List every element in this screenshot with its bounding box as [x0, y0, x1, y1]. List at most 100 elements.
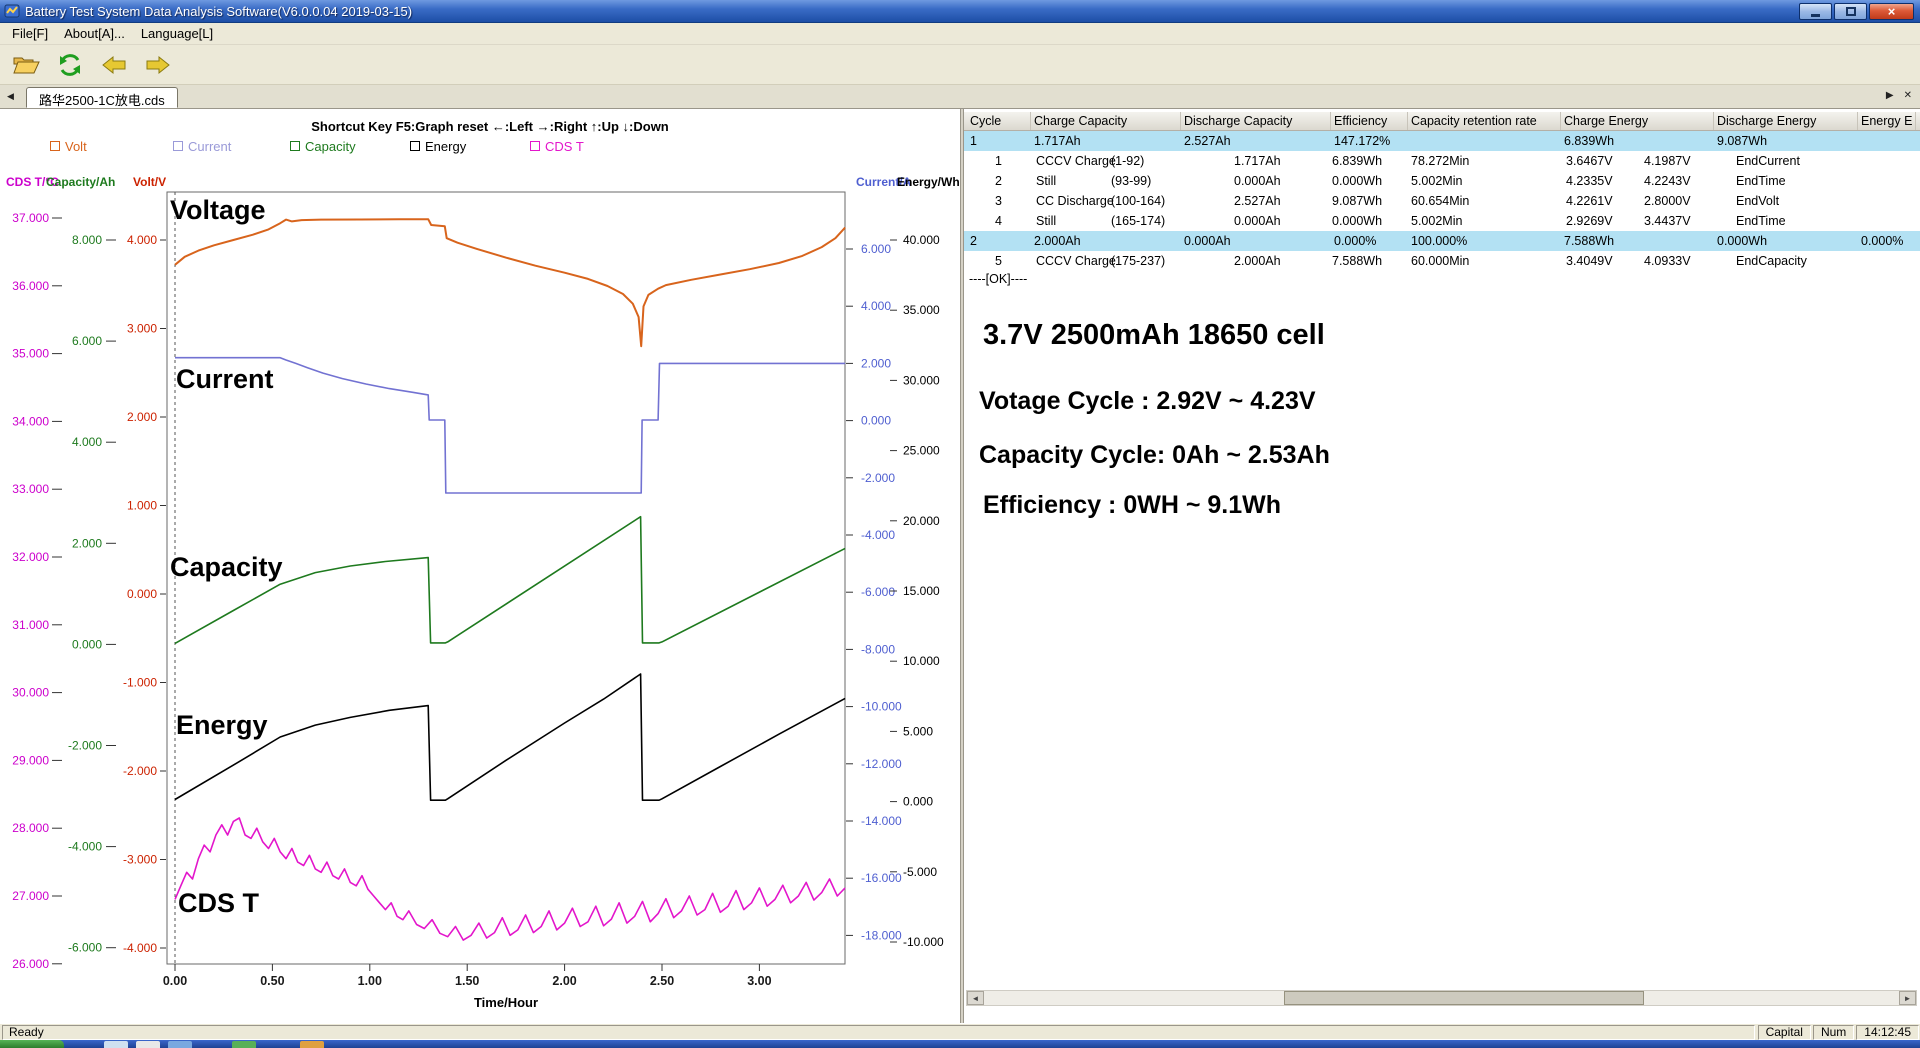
- quicklaunch-icon[interactable]: [300, 1041, 324, 1048]
- scroll-right-icon[interactable]: ►: [1899, 991, 1916, 1005]
- step-row[interactable]: 5CCCV Charge(175-237)2.000Ah7.588Wh60.00…: [964, 251, 1920, 271]
- cell: (1-92): [1108, 154, 1231, 168]
- column-header[interactable]: Discharge Capacity: [1181, 112, 1331, 130]
- cell: 7.588Wh: [1329, 254, 1408, 268]
- step-row[interactable]: 2Still(93-99)0.000Ah0.000Wh5.002Min4.233…: [964, 171, 1920, 191]
- column-header[interactable]: Cycle: [967, 112, 1031, 130]
- curve-label-current: Current: [176, 364, 274, 395]
- axis-tick-label: 31.000: [12, 618, 49, 632]
- horizontal-scrollbar[interactable]: ◄ ►: [966, 990, 1917, 1006]
- document-tab[interactable]: 路华2500-1C放电.cds: [26, 87, 178, 108]
- status-clock: 14:12:45: [1856, 1025, 1919, 1040]
- window-title: Battery Test System Data Analysis Softwa…: [25, 4, 1799, 19]
- series-current: [175, 358, 845, 493]
- cell: 0.000Ah: [1231, 214, 1329, 228]
- axis-tick-label: 5.000: [903, 724, 933, 738]
- menu-language[interactable]: Language[L]: [133, 24, 221, 43]
- step-row[interactable]: 3CC Discharge(100-164)2.527Ah9.087Wh60.6…: [964, 191, 1920, 211]
- axis-tick-label: 4.000: [72, 435, 102, 449]
- axis-tick-label: -4.000: [861, 528, 895, 542]
- refresh-button[interactable]: [52, 48, 88, 82]
- cell: 0.000%: [1858, 234, 1916, 248]
- axis-tick-label: 0.000: [903, 795, 933, 809]
- column-header[interactable]: Charge Capacity: [1031, 112, 1181, 130]
- axis-tick-label: -3.000: [123, 853, 157, 867]
- application-window: Battery Test System Data Analysis Softwa…: [0, 0, 1920, 1048]
- cell: 3: [964, 194, 1033, 208]
- axis-tick-label: -2.000: [861, 471, 895, 485]
- column-header[interactable]: Energy E: [1858, 112, 1916, 130]
- battery-curves-chart[interactable]: 37.00036.00035.00034.00033.00032.00031.0…: [0, 109, 960, 1021]
- scrollbar-track[interactable]: [984, 991, 1899, 1005]
- back-button[interactable]: [96, 48, 132, 82]
- cell: 0.000Wh: [1714, 234, 1858, 248]
- series-energy: [175, 674, 845, 800]
- voltage-range-text: Votage Cycle : 2.92V ~ 4.23V: [979, 387, 1316, 416]
- app-icon: [4, 3, 20, 19]
- cell: 3.6467V: [1563, 154, 1641, 168]
- cell: 7.588Wh: [1561, 234, 1714, 248]
- axis-tick-label: 30.000: [903, 373, 940, 387]
- taskbar[interactable]: [0, 1040, 1920, 1048]
- cell: 0.000Wh: [1329, 214, 1408, 228]
- forward-arrow-icon: [145, 55, 171, 75]
- minimize-icon: [1811, 14, 1820, 17]
- axis-tick-label: 8.000: [72, 233, 102, 247]
- tab-close-icon[interactable]: ✕: [1904, 91, 1912, 101]
- open-file-button[interactable]: [8, 48, 44, 82]
- minimize-button[interactable]: [1799, 3, 1832, 20]
- axis-tick-label: 0.000: [861, 414, 891, 428]
- menu-file[interactable]: File[F]: [4, 24, 56, 43]
- refresh-icon: [57, 52, 83, 78]
- status-bar: Ready Capital Num 14:12:45: [0, 1023, 1920, 1040]
- axis-tick-label: 27.000: [12, 889, 49, 903]
- cell: 1.717Ah: [1031, 134, 1181, 148]
- column-header[interactable]: Discharge Energy: [1714, 112, 1858, 130]
- column-header[interactable]: Capacity retention rate: [1408, 112, 1561, 130]
- open-folder-icon: [12, 53, 40, 77]
- cell: 2.527Ah: [1181, 134, 1331, 148]
- axis-tick-label: 37.000: [12, 211, 49, 225]
- cell: 1: [967, 134, 1031, 148]
- quicklaunch-icon[interactable]: [136, 1041, 160, 1048]
- quicklaunch-icon[interactable]: [168, 1041, 192, 1048]
- axis-tick-label: -8.000: [861, 642, 895, 656]
- close-button[interactable]: ×: [1869, 3, 1914, 20]
- cycle-row[interactable]: 11.717Ah2.527Ah147.172%6.839Wh9.087Wh: [964, 131, 1920, 151]
- cell: 0.000Ah: [1231, 174, 1329, 188]
- tab-scroll-left-icon[interactable]: ◀: [7, 92, 14, 101]
- chart-panel[interactable]: Shortcut Key F5:Graph reset ←:Left →:Rig…: [0, 109, 960, 1023]
- cell: 2.9269V: [1563, 214, 1641, 228]
- maximize-button[interactable]: [1834, 3, 1867, 20]
- scrollbar-thumb[interactable]: [1284, 991, 1644, 1005]
- quicklaunch-icon[interactable]: [104, 1041, 128, 1048]
- column-header[interactable]: Charge Energy: [1561, 112, 1714, 130]
- x-axis-title: Time/Hour: [474, 995, 538, 1010]
- scroll-left-icon[interactable]: ◄: [967, 991, 984, 1005]
- cell: Still: [1033, 214, 1108, 228]
- tab-bar: ◀ 路华2500-1C放电.cds ▶ ✕: [0, 85, 1920, 109]
- axis-tick-label: 35.000: [903, 303, 940, 317]
- column-header[interactable]: Efficiency: [1331, 112, 1408, 130]
- axis-tick-label: 2.000: [127, 410, 157, 424]
- forward-button[interactable]: [140, 48, 176, 82]
- axis-tick-label: 2.000: [72, 536, 102, 550]
- axis-tick-label: 0.000: [127, 587, 157, 601]
- curve-label-energy: Energy: [176, 710, 268, 741]
- step-row[interactable]: 1CCCV Charge(1-92)1.717Ah6.839Wh78.272Mi…: [964, 151, 1920, 171]
- quicklaunch-icon[interactable]: [232, 1041, 256, 1048]
- start-button[interactable]: [0, 1040, 64, 1048]
- cycle-row[interactable]: 22.000Ah0.000Ah0.000%100.000%7.588Wh0.00…: [964, 231, 1920, 251]
- menu-bar: File[F] About[A]... Language[L]: [0, 23, 1920, 45]
- axis-tick-label: 1.000: [127, 499, 157, 513]
- cell: CCCV Charge: [1033, 254, 1108, 268]
- x-tick-label: 1.50: [455, 974, 479, 988]
- cell: 5: [964, 254, 1033, 268]
- axis-tick-label: 40.000: [903, 233, 940, 247]
- step-row[interactable]: 4Still(165-174)0.000Ah0.000Wh5.002Min2.9…: [964, 211, 1920, 231]
- axis-tick-label: -6.000: [861, 585, 895, 599]
- menu-about[interactable]: About[A]...: [56, 24, 133, 43]
- table-header: CycleCharge CapacityDischarge CapacityEf…: [964, 112, 1920, 131]
- tab-scroll-right-icon[interactable]: ▶: [1886, 91, 1894, 101]
- title-bar[interactable]: Battery Test System Data Analysis Softwa…: [0, 0, 1920, 23]
